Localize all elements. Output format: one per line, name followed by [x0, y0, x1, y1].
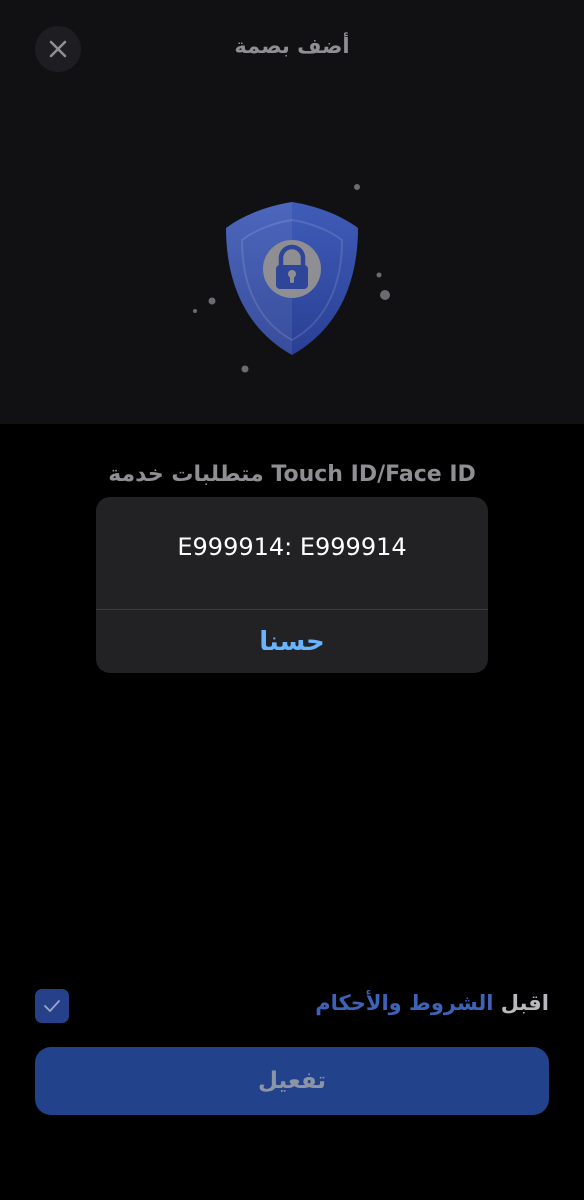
shield-illustration	[180, 170, 410, 380]
sparkle-dot	[193, 309, 197, 313]
error-alert: E999914: E999914 حسنا	[96, 497, 488, 673]
sparkle-dot	[376, 272, 382, 278]
checkmark-icon	[44, 1000, 60, 1012]
terms-checkbox[interactable]	[35, 989, 69, 1023]
terms-link[interactable]: الشروط والأحكام	[315, 991, 493, 1015]
terms-accept-text: اقبل	[500, 991, 549, 1015]
close-button[interactable]	[35, 26, 81, 72]
hero-section: أضف بصمة	[0, 0, 584, 424]
requirements-heading: متطلبات خدمة Touch ID/Face ID	[108, 462, 476, 487]
sparkle-dot	[208, 297, 216, 305]
alert-ok-button[interactable]: حسنا	[96, 610, 488, 673]
page-title: أضف بصمة	[234, 34, 350, 58]
activate-button[interactable]: تفعيل	[35, 1047, 549, 1115]
terms-label: اقبل الشروط والأحكام	[315, 991, 549, 1015]
sparkle-dot	[241, 365, 249, 373]
sparkle-dot	[380, 290, 390, 300]
alert-message: E999914: E999914	[177, 533, 407, 561]
close-icon	[49, 40, 67, 58]
terms-row: اقبل الشروط والأحكام	[35, 988, 549, 1024]
shield-lock-icon	[193, 184, 390, 373]
sparkle-dot	[354, 184, 360, 190]
